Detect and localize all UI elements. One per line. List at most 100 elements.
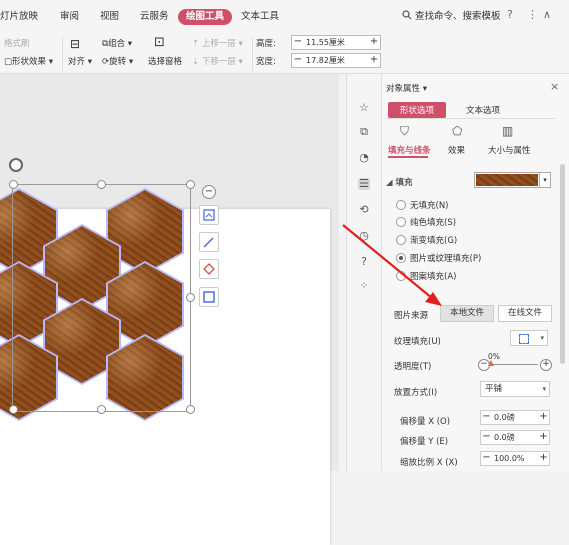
close-icon[interactable]: ×	[550, 80, 559, 93]
align-button[interactable]: 对齐 ▾	[68, 55, 92, 67]
height-increase-button[interactable]: +	[368, 36, 380, 49]
texture-fill-dropdown[interactable]: ▾	[510, 330, 548, 346]
transparency-slider-track[interactable]	[490, 364, 538, 365]
fill-solid-radio[interactable]	[396, 217, 406, 227]
picture-source-label: 图片来源	[394, 311, 429, 321]
collapse-ribbon-icon[interactable]: ∧	[543, 8, 551, 21]
tab-shape-options[interactable]: 形状选项	[388, 102, 447, 118]
shape-effect-button[interactable]: ▢形状效果 ▾	[4, 55, 53, 67]
width-increase-button[interactable]: +	[368, 54, 380, 67]
fill-pattern-radio[interactable]	[396, 271, 406, 281]
resize-handle[interactable]	[97, 180, 106, 189]
offset-x-decrease-button[interactable]: −	[481, 411, 492, 424]
share-icon[interactable]: ⟲	[358, 204, 370, 216]
fill-color-swatch[interactable]	[474, 172, 540, 188]
bring-forward-button[interactable]: ⇡ 上移一层 ▾	[192, 37, 243, 49]
rotate-button[interactable]: ⟳旋转 ▾	[102, 55, 133, 67]
scale-x-stepper[interactable]: − 100.0% +	[480, 451, 550, 466]
panel-scrollbar[interactable]	[560, 164, 565, 364]
local-file-button[interactable]: 本地文件	[440, 305, 494, 322]
offset-x-input[interactable]: 0.0磅	[494, 411, 515, 424]
placement-dropdown[interactable]: 平铺 ▾	[480, 381, 550, 397]
shapes-icon[interactable]: ⧉	[358, 126, 370, 138]
more-apps-icon[interactable]: ⁘	[358, 280, 370, 292]
fill-solid-label[interactable]: 纯色填充(S)	[410, 216, 456, 228]
transparency-label: 透明度(T)	[394, 362, 432, 372]
menu-slideshow[interactable]: 灯片放映	[0, 9, 38, 25]
height-stepper[interactable]: − 11.55厘米 +	[291, 35, 381, 50]
property-icon[interactable]: ☰	[358, 178, 370, 190]
texture-preview-icon	[519, 334, 529, 344]
fill-pattern-label[interactable]: 图案填充(A)	[410, 270, 456, 282]
shape-style-icon[interactable]	[199, 205, 219, 225]
fill-none-label[interactable]: 无填充(N)	[410, 199, 449, 211]
resize-handle[interactable]	[9, 180, 18, 189]
resize-handle[interactable]	[186, 180, 195, 189]
resize-handle[interactable]	[186, 293, 195, 302]
select-pane-icon[interactable]: ⊡	[154, 35, 165, 50]
subtab-indicator	[388, 156, 428, 158]
offset-y-stepper[interactable]: − 0.0磅 +	[480, 430, 550, 445]
fill-bucket-icon[interactable]	[199, 259, 219, 279]
offset-y-input[interactable]: 0.0磅	[494, 431, 515, 444]
fill-section-header[interactable]: ◢ 填充	[386, 176, 413, 188]
width-input[interactable]: 17.82厘米	[306, 54, 345, 67]
fill-picture-label[interactable]: 图片或纹理填充(P)	[410, 252, 481, 264]
width-decrease-button[interactable]: −	[292, 54, 304, 67]
scale-x-increase-button[interactable]: +	[538, 452, 549, 465]
send-backward-button[interactable]: ⇣ 下移一层 ▾	[192, 55, 243, 67]
resize-handle[interactable]	[9, 405, 18, 414]
layers-icon[interactable]: ◔	[358, 152, 370, 164]
search-icon	[402, 10, 412, 20]
height-decrease-button[interactable]: −	[292, 36, 304, 49]
resize-handle[interactable]	[186, 405, 195, 414]
more-icon[interactable]: ⋮	[527, 8, 538, 21]
rotate-handle[interactable]	[9, 158, 23, 172]
help-icon[interactable]: ?	[507, 8, 513, 21]
texture-fill-label: 纹理填充(U)	[394, 337, 441, 347]
subtab-fill-line[interactable]: 填充与线条	[388, 144, 431, 156]
offset-x-increase-button[interactable]: +	[538, 411, 549, 424]
fill-color-dropdown[interactable]: ▾	[539, 172, 551, 188]
send-backward-icon: ⇣	[192, 57, 200, 67]
width-stepper[interactable]: − 17.82厘米 +	[291, 53, 381, 68]
fill-gradient-label[interactable]: 渐变填充(G)	[410, 234, 457, 246]
history-icon[interactable]: ◷	[358, 230, 370, 242]
select-pane-button[interactable]: 选择窗格	[148, 55, 182, 67]
ribbon-divider	[62, 37, 63, 71]
pen-icon[interactable]	[199, 232, 219, 252]
tab-divider	[386, 118, 556, 119]
fill-gradient-radio[interactable]	[396, 235, 406, 245]
search-box[interactable]: 查找命令、搜索模板	[402, 9, 501, 25]
fill-none-radio[interactable]	[396, 200, 406, 210]
menu-drawing-tools[interactable]: 绘图工具	[178, 9, 233, 25]
scale-x-decrease-button[interactable]: −	[481, 452, 492, 465]
scale-x-input[interactable]: 100.0%	[494, 452, 525, 465]
tab-text-options[interactable]: 文本选项	[466, 104, 500, 116]
fill-picture-radio[interactable]	[396, 253, 406, 263]
transparency-increase-button[interactable]: +	[540, 359, 552, 371]
star-icon[interactable]: ☆	[358, 102, 370, 114]
chevron-down-icon: ▾	[542, 385, 546, 393]
menu-view[interactable]: 视图	[100, 9, 119, 25]
offset-y-label: 偏移量 Y (E)	[400, 437, 449, 447]
menu-bar: 灯片放映 审阅 视图 云服务 绘图工具 文本工具 查找命令、搜索模板 ? ⋮ ∧	[0, 0, 569, 33]
outline-icon[interactable]	[199, 287, 219, 307]
height-input[interactable]: 11.55厘米	[306, 36, 345, 49]
slide-canvas[interactable]: −	[0, 74, 339, 545]
menu-text-tools[interactable]: 文本工具	[241, 9, 279, 25]
collapse-icon[interactable]: −	[202, 185, 216, 199]
subtab-effect[interactable]: 效果	[448, 144, 465, 156]
offset-y-increase-button[interactable]: +	[538, 431, 549, 444]
group-button[interactable]: ⧉组合 ▾	[102, 37, 132, 49]
subtab-size-properties[interactable]: 大小与属性	[488, 144, 531, 156]
resize-handle[interactable]	[97, 405, 106, 414]
menu-review[interactable]: 审阅	[60, 9, 79, 25]
offset-y-decrease-button[interactable]: −	[481, 431, 492, 444]
format-brush-button[interactable]: 格式刷	[4, 37, 30, 49]
menu-cloud[interactable]: 云服务	[140, 9, 169, 25]
help-circle-icon[interactable]: ?	[358, 256, 370, 268]
align-icon[interactable]: ⊟	[70, 37, 80, 51]
offset-x-stepper[interactable]: − 0.0磅 +	[480, 410, 550, 425]
online-file-button[interactable]: 在线文件	[498, 305, 552, 322]
